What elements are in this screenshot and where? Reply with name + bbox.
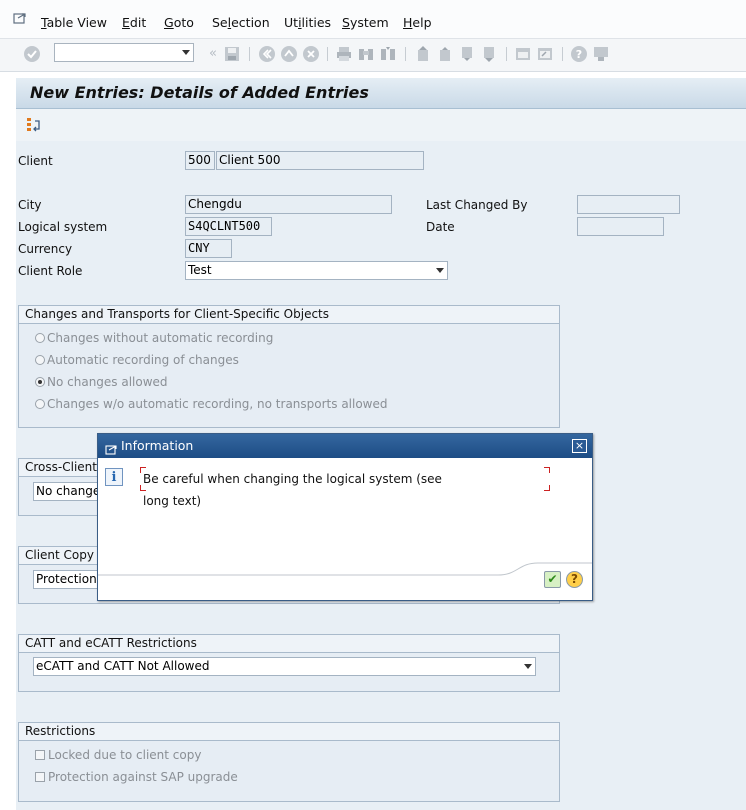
menu-goto[interactable]: Goto bbox=[164, 15, 194, 30]
help-button[interactable]: ? bbox=[566, 571, 583, 588]
toolbar-separator bbox=[562, 47, 563, 61]
command-field[interactable] bbox=[54, 43, 194, 62]
radio-circle[interactable] bbox=[35, 399, 45, 409]
date-label: Date bbox=[426, 220, 455, 234]
catt-value: eCATT and CATT Not Allowed bbox=[36, 659, 210, 673]
checkbox-box[interactable] bbox=[35, 750, 45, 760]
menu-icon[interactable] bbox=[13, 12, 27, 25]
checkbox-locked-client-copy[interactable]: Locked due to client copy bbox=[35, 748, 201, 762]
checkbox-box[interactable] bbox=[35, 772, 45, 782]
checkbox-label: Locked due to client copy bbox=[48, 748, 202, 762]
radio-label: Automatic recording of changes bbox=[47, 353, 239, 367]
restrictions-group-title: Restrictions bbox=[19, 723, 559, 741]
radio-circle[interactable] bbox=[35, 355, 45, 365]
radio-circle[interactable] bbox=[35, 333, 45, 343]
back-icon[interactable] bbox=[258, 45, 276, 63]
radio-label: No changes allowed bbox=[47, 375, 168, 389]
change-display-icon[interactable] bbox=[26, 117, 42, 133]
last-changed-by-label: Last Changed By bbox=[426, 198, 528, 212]
text-bracket-top-right bbox=[544, 467, 550, 473]
application-toolbar bbox=[16, 109, 746, 141]
help-icon[interactable]: ? bbox=[570, 45, 588, 63]
restrictions-group: Restrictions Locked due to client copy P… bbox=[18, 722, 560, 802]
menu-edit[interactable]: Edit bbox=[122, 15, 146, 30]
toolbar-separator bbox=[327, 47, 328, 61]
text-bracket-bottom-right bbox=[544, 485, 550, 491]
catt-group-title: CATT and eCATT Restrictions bbox=[19, 635, 559, 653]
client-role-value: Test bbox=[188, 263, 212, 277]
find-icon[interactable] bbox=[357, 45, 375, 63]
client-copy-value: Protection bbox=[36, 572, 97, 586]
catt-dropdown[interactable]: eCATT and CATT Not Allowed bbox=[33, 657, 536, 676]
menu-system[interactable]: System bbox=[342, 15, 389, 30]
cross-client-value: No changes bbox=[36, 484, 107, 498]
find-next-icon[interactable] bbox=[379, 45, 397, 63]
client-role-label: Client Role bbox=[18, 264, 83, 278]
print-icon[interactable] bbox=[335, 45, 353, 63]
radio-label: Changes w/o automatic recording, no tran… bbox=[47, 397, 388, 411]
back-double-icon[interactable]: « bbox=[204, 45, 222, 63]
dialog-title-bar: Information × bbox=[98, 434, 592, 458]
catt-restrictions-group: CATT and eCATT Restrictions eCATT and CA… bbox=[18, 634, 560, 692]
toolbar-separator bbox=[249, 47, 250, 61]
city-label: City bbox=[18, 198, 42, 212]
last-changed-by-field[interactable] bbox=[577, 195, 680, 214]
page-title: New Entries: Details of Added Entries bbox=[30, 83, 369, 102]
changes-transports-group: Changes and Transports for Client-Specif… bbox=[18, 305, 560, 428]
next-page-icon[interactable] bbox=[458, 45, 476, 63]
chevron-down-icon[interactable] bbox=[524, 664, 532, 669]
exit-icon[interactable] bbox=[280, 45, 298, 63]
logical-system-field[interactable]: S4QCLNT500 bbox=[185, 217, 272, 236]
last-page-icon[interactable] bbox=[480, 45, 498, 63]
checkbox-label: Protection against SAP upgrade bbox=[48, 770, 238, 784]
screen-title-bar: New Entries: Details of Added Entries bbox=[16, 78, 746, 109]
menu-help[interactable]: Help bbox=[403, 15, 432, 30]
date-field[interactable] bbox=[577, 217, 664, 236]
changes-group-title: Changes and Transports for Client-Specif… bbox=[19, 306, 559, 324]
svg-text:?: ? bbox=[576, 48, 582, 61]
dialog-menu-icon[interactable] bbox=[105, 440, 118, 455]
save-icon[interactable] bbox=[223, 45, 241, 63]
close-icon[interactable]: × bbox=[572, 439, 587, 453]
dialog-message-line: long text) bbox=[143, 494, 202, 508]
radio-label: Changes without automatic recording bbox=[47, 331, 274, 345]
radio-circle-selected[interactable] bbox=[35, 377, 45, 387]
toolbar-separator bbox=[506, 47, 507, 61]
dialog-title: Information bbox=[121, 438, 194, 453]
checkbox-protection-upgrade[interactable]: Protection against SAP upgrade bbox=[35, 770, 238, 784]
radio-changes-without-recording[interactable]: Changes without automatic recording bbox=[35, 331, 273, 345]
city-field[interactable]: Chengdu bbox=[185, 195, 392, 214]
previous-page-icon[interactable] bbox=[436, 45, 454, 63]
first-page-icon[interactable] bbox=[414, 45, 432, 63]
enter-icon[interactable] bbox=[23, 45, 41, 63]
client-role-dropdown[interactable]: Test bbox=[185, 261, 448, 280]
currency-label: Currency bbox=[18, 242, 73, 256]
information-dialog: Information × i Be careful when changing… bbox=[97, 433, 593, 601]
menu-selection[interactable]: Selection bbox=[212, 15, 270, 30]
menu-table-view[interactable]: Table View bbox=[41, 15, 107, 30]
client-number-field[interactable]: 500 bbox=[185, 151, 215, 170]
dialog-message: Be careful when changing the logical sys… bbox=[143, 468, 443, 512]
shortcut-icon[interactable] bbox=[536, 45, 554, 63]
layout-menu-icon[interactable] bbox=[592, 45, 610, 63]
chevron-down-icon[interactable] bbox=[436, 268, 444, 273]
client-label: Client bbox=[18, 154, 53, 168]
dialog-footer-divider bbox=[98, 562, 592, 576]
radio-automatic-recording[interactable]: Automatic recording of changes bbox=[35, 353, 239, 367]
radio-no-changes-allowed[interactable]: No changes allowed bbox=[35, 375, 168, 389]
toolbar-separator bbox=[405, 47, 406, 61]
create-session-icon[interactable] bbox=[514, 45, 532, 63]
currency-field[interactable]: CNY bbox=[185, 239, 232, 258]
menu-bar: Table View Edit Goto Selection Utilities… bbox=[0, 0, 746, 38]
cancel-icon[interactable] bbox=[302, 45, 320, 63]
ok-button[interactable]: ✔ bbox=[544, 571, 561, 588]
menu-utilities[interactable]: Utilities bbox=[284, 15, 331, 30]
logical-system-label: Logical system bbox=[18, 220, 108, 234]
chevron-down-icon[interactable] bbox=[182, 50, 190, 55]
client-name-field[interactable]: Client 500 bbox=[216, 151, 424, 170]
info-icon: i bbox=[105, 468, 123, 486]
dialog-message-line: Be careful when changing the logical sys… bbox=[143, 472, 442, 486]
radio-no-transports[interactable]: Changes w/o automatic recording, no tran… bbox=[35, 397, 388, 411]
